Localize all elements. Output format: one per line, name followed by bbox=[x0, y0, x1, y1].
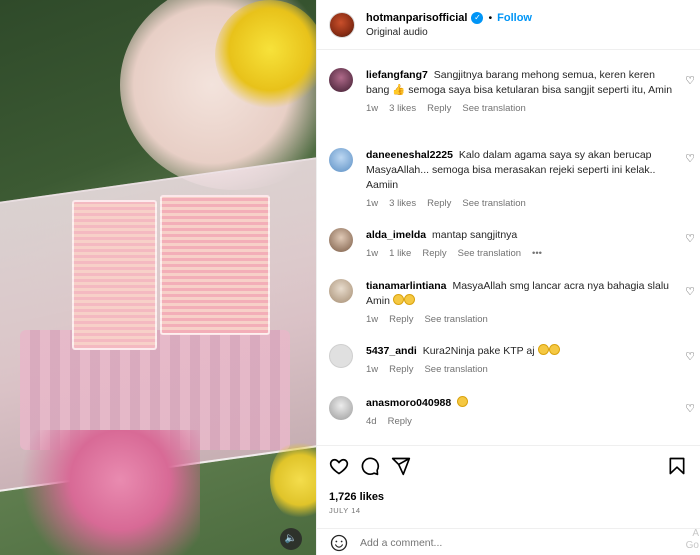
heart-icon[interactable]: ♡ bbox=[685, 74, 695, 87]
list-item: daneeneshal2225 Kalo dalam agama saya sy… bbox=[329, 148, 699, 209]
rofl-emoji-icon bbox=[537, 344, 549, 355]
reply-button[interactable]: Reply bbox=[427, 103, 451, 114]
comment-username[interactable]: alda_imelda bbox=[366, 229, 426, 241]
heart-icon[interactable]: ♡ bbox=[685, 350, 695, 363]
comment-bar bbox=[317, 528, 700, 555]
comment-time: 1w bbox=[366, 198, 379, 209]
emoji-icon[interactable] bbox=[330, 534, 348, 552]
yellow-flowers-image bbox=[270, 440, 316, 520]
comment-text: semoga saya bisa ketularan bisa sangjit … bbox=[408, 84, 673, 96]
see-translation-button[interactable]: See translation bbox=[462, 198, 525, 209]
rofl-emoji-icon bbox=[548, 344, 560, 355]
reply-button[interactable]: Reply bbox=[427, 198, 451, 209]
money-bundle-image bbox=[72, 200, 157, 350]
avatar[interactable] bbox=[329, 396, 353, 420]
money-bundle-image bbox=[160, 195, 270, 335]
more-options-icon[interactable]: ••• bbox=[532, 248, 542, 259]
watermark-line: Go bbox=[685, 540, 699, 551]
follow-button[interactable]: Follow bbox=[497, 12, 532, 24]
yellow-flowers-image bbox=[215, 0, 316, 110]
avatar[interactable] bbox=[329, 11, 355, 38]
audio-link[interactable]: Original audio bbox=[366, 27, 532, 38]
comment-time: 1w bbox=[366, 248, 379, 259]
comment-likes[interactable]: 3 likes bbox=[389, 198, 416, 209]
verified-badge-icon: ✓ bbox=[471, 11, 484, 24]
watermark: A Go bbox=[686, 528, 699, 552]
avatar[interactable] bbox=[329, 68, 353, 92]
comment-likes[interactable]: 1 like bbox=[389, 248, 411, 259]
comment-icon[interactable] bbox=[360, 456, 380, 476]
smiling-face-emoji-icon bbox=[457, 396, 469, 407]
post-date: JULY 14 bbox=[329, 506, 361, 515]
reply-button[interactable]: Reply bbox=[422, 248, 446, 259]
comment-text: mantap sangjitnya bbox=[432, 229, 518, 241]
comment-username[interactable]: liefangfang7 bbox=[366, 69, 428, 81]
post-actions: 1,726 likes JULY 14 A Go bbox=[317, 445, 700, 555]
post-image[interactable]: 🔈 bbox=[0, 0, 316, 555]
avatar[interactable] bbox=[329, 228, 353, 252]
list-item: anasmoro040988 4d Reply ♡ bbox=[329, 396, 699, 427]
watermark-line: A bbox=[692, 528, 699, 539]
post-username[interactable]: hotmanparisofficial bbox=[366, 12, 467, 24]
comment-username[interactable]: daneeneshal2225 bbox=[366, 149, 453, 161]
comment-time: 1w bbox=[366, 364, 379, 375]
bookmark-icon[interactable] bbox=[667, 456, 687, 476]
comment-input[interactable] bbox=[360, 536, 560, 549]
heart-icon[interactable]: ♡ bbox=[685, 232, 695, 245]
avatar[interactable] bbox=[329, 344, 353, 368]
avatar[interactable] bbox=[329, 148, 353, 172]
comment-username[interactable]: 5437_andi bbox=[366, 345, 417, 357]
comment-username[interactable]: tianamarlintiana bbox=[366, 280, 447, 292]
list-item: tianamarlintiana MasyaAllah smg lancar a… bbox=[329, 279, 699, 325]
list-item: alda_imelda mantap sangjitnya 1w 1 like … bbox=[329, 228, 699, 259]
see-translation-button[interactable]: See translation bbox=[424, 364, 487, 375]
see-translation-button[interactable]: See translation bbox=[458, 248, 521, 259]
share-icon[interactable] bbox=[391, 456, 411, 476]
post-header: hotmanparisofficial ✓ • Follow Original … bbox=[317, 0, 700, 50]
heart-icon[interactable]: ♡ bbox=[685, 402, 695, 415]
comment-text: Kura2Ninja pake KTP aj bbox=[422, 345, 535, 357]
comment-time: 4d bbox=[366, 416, 377, 427]
comment-time: 1w bbox=[366, 103, 379, 114]
heart-icon[interactable]: ♡ bbox=[685, 152, 695, 165]
reply-button[interactable]: Reply bbox=[389, 314, 413, 325]
reply-button[interactable]: Reply bbox=[388, 416, 412, 427]
heart-icon[interactable] bbox=[329, 456, 349, 476]
reply-button[interactable]: Reply bbox=[389, 364, 413, 375]
comment-likes[interactable]: 3 likes bbox=[389, 103, 416, 114]
hands-emoji-icon bbox=[403, 294, 415, 305]
comments-list: liefangfang7 Sangjitnya barang mehong se… bbox=[317, 60, 700, 445]
avatar[interactable] bbox=[329, 279, 353, 303]
speaker-icon[interactable]: 🔈 bbox=[280, 528, 302, 550]
see-translation-button[interactable]: See translation bbox=[424, 314, 487, 325]
list-item: 5437_andi Kura2Ninja pake KTP aj 1w Repl… bbox=[329, 344, 699, 375]
see-translation-button[interactable]: See translation bbox=[462, 103, 525, 114]
comment-time: 1w bbox=[366, 314, 379, 325]
likes-count[interactable]: 1,726 likes bbox=[329, 491, 384, 503]
pink-flowers-image bbox=[0, 430, 200, 555]
list-item: liefangfang7 Sangjitnya barang mehong se… bbox=[329, 68, 699, 114]
heart-icon[interactable]: ♡ bbox=[685, 285, 695, 298]
separator-dot: • bbox=[488, 11, 493, 24]
comment-username[interactable]: anasmoro040988 bbox=[366, 397, 451, 409]
thumbs-up-icon: 👍 bbox=[392, 84, 406, 96]
post-details-panel: hotmanparisofficial ✓ • Follow Original … bbox=[316, 0, 700, 555]
hands-emoji-icon bbox=[392, 294, 404, 305]
